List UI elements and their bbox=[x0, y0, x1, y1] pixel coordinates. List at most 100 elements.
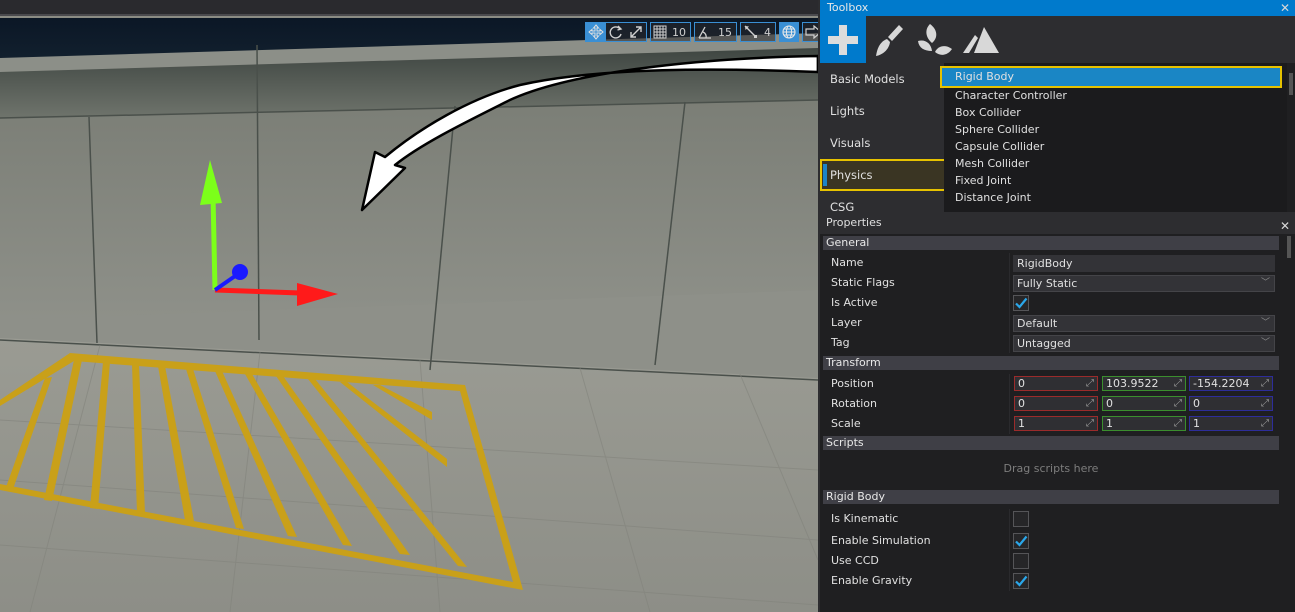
properties-scrollbar[interactable] bbox=[1285, 236, 1293, 612]
category-physics[interactable]: Physics bbox=[820, 159, 946, 191]
grid-snap-toggle[interactable] bbox=[651, 23, 669, 41]
position-z-value: -154.2204 bbox=[1193, 377, 1250, 390]
drag-handle-icon[interactable]: ⤢ bbox=[1261, 377, 1269, 390]
rotation-y-field[interactable]: 0 ⤢ bbox=[1102, 396, 1186, 411]
toolbox-close-icon[interactable]: ✕ bbox=[1280, 0, 1290, 16]
translate-tool-button[interactable] bbox=[586, 23, 606, 41]
tag-dropdown[interactable]: Untagged ﹀ bbox=[1013, 335, 1275, 352]
gizmo-x-axis[interactable] bbox=[214, 287, 301, 296]
list-item-character-controller[interactable]: Character Controller bbox=[944, 87, 1287, 104]
drag-handle-icon[interactable]: ⤢ bbox=[1086, 417, 1094, 430]
category-lights[interactable]: Lights bbox=[820, 95, 946, 127]
column-divider bbox=[1009, 253, 1010, 273]
properties-body: General Name RigidBody Static Flags Full… bbox=[823, 234, 1279, 612]
globe-icon bbox=[782, 25, 796, 39]
rotation-x-field[interactable]: 0 ⤢ bbox=[1014, 396, 1098, 411]
group-header-transform[interactable]: Transform bbox=[823, 356, 1279, 370]
scale-label: Scale bbox=[831, 417, 861, 430]
properties-close-icon[interactable]: ✕ bbox=[1280, 215, 1290, 237]
grid-snap-group[interactable]: 10 bbox=[650, 22, 691, 42]
list-item-capsule-collider[interactable]: Capsule Collider bbox=[944, 138, 1287, 155]
scale-snap-value[interactable]: 4 bbox=[761, 26, 775, 39]
rotate-tool-button[interactable] bbox=[606, 23, 626, 41]
prop-row-rotation: Rotation 0 ⤢ 0 ⤢ 0 ⤢ bbox=[823, 394, 1279, 414]
drag-handle-icon[interactable]: ⤢ bbox=[1174, 377, 1182, 390]
position-z-field[interactable]: -154.2204 ⤢ bbox=[1189, 376, 1273, 391]
tab-add[interactable] bbox=[820, 16, 866, 63]
grid-icon bbox=[653, 25, 667, 39]
world-space-toggle[interactable] bbox=[780, 23, 798, 41]
position-y-field[interactable]: 103.9522 ⤢ bbox=[1102, 376, 1186, 391]
scale-snap-toggle[interactable] bbox=[741, 23, 761, 41]
drag-handle-icon[interactable]: ⤢ bbox=[1261, 417, 1269, 430]
world-space-group[interactable] bbox=[779, 22, 799, 42]
position-x-value: 0 bbox=[1018, 377, 1025, 390]
column-divider bbox=[1009, 509, 1010, 531]
drag-handle-icon[interactable]: ⤢ bbox=[1086, 377, 1094, 390]
rotation-z-field[interactable]: 0 ⤢ bbox=[1189, 396, 1273, 411]
transform-mode-group bbox=[585, 22, 647, 42]
scale-icon bbox=[630, 26, 642, 38]
scrollbar-thumb[interactable] bbox=[1289, 73, 1293, 95]
drag-handle-icon[interactable]: ⤢ bbox=[1086, 397, 1094, 410]
scale-x-field[interactable]: 1 ⤢ bbox=[1014, 416, 1098, 431]
list-item-mesh-collider[interactable]: Mesh Collider bbox=[944, 155, 1287, 172]
rotation-label: Rotation bbox=[831, 397, 878, 410]
tab-paint[interactable] bbox=[866, 16, 912, 63]
drag-handle-icon[interactable]: ⤢ bbox=[1174, 397, 1182, 410]
toolbox-title: Toolbox bbox=[827, 1, 869, 14]
scale-snap-group[interactable]: 4 bbox=[740, 22, 776, 42]
list-item-rigid-body[interactable]: Rigid Body bbox=[940, 66, 1282, 88]
gizmo-y-axis[interactable] bbox=[210, 194, 218, 291]
gizmo-z-handle[interactable] bbox=[232, 264, 248, 280]
tab-foliage[interactable] bbox=[912, 16, 958, 63]
toolbox-tabs bbox=[820, 16, 1295, 63]
terrain-icon bbox=[963, 26, 999, 53]
scene-viewport[interactable]: 10 15 4 bbox=[0, 0, 818, 612]
prop-row-name: Name RigidBody bbox=[823, 253, 1279, 273]
category-visuals[interactable]: Visuals bbox=[820, 127, 946, 159]
static-flags-dropdown[interactable]: Fully Static ﹀ bbox=[1013, 275, 1275, 292]
list-item-fixed-joint[interactable]: Fixed Joint bbox=[944, 172, 1287, 189]
item-list-scrollbar[interactable] bbox=[1287, 63, 1295, 212]
drag-handle-icon[interactable]: ⤢ bbox=[1261, 397, 1269, 410]
camera-speed-group[interactable]: 1 bbox=[802, 22, 818, 42]
checkmark-icon bbox=[1015, 297, 1028, 309]
prop-row-use-ccd: Use CCD bbox=[823, 551, 1279, 571]
list-item-distance-joint[interactable]: Distance Joint bbox=[944, 189, 1287, 206]
name-field[interactable]: RigidBody bbox=[1013, 255, 1275, 272]
chevron-down-icon: ﹀ bbox=[1260, 318, 1270, 328]
rotation-z-value: 0 bbox=[1193, 397, 1200, 410]
group-header-general[interactable]: General bbox=[823, 236, 1279, 250]
position-label: Position bbox=[831, 377, 874, 390]
chevron-down-icon: ﹀ bbox=[1260, 278, 1270, 288]
grid-snap-value[interactable]: 10 bbox=[669, 26, 690, 39]
scrollbar-thumb[interactable] bbox=[1287, 236, 1291, 258]
drag-handle-icon[interactable]: ⤢ bbox=[1174, 417, 1182, 430]
group-header-scripts[interactable]: Scripts bbox=[823, 436, 1279, 450]
list-item-sphere-collider[interactable]: Sphere Collider bbox=[944, 121, 1287, 138]
scripts-drop-zone[interactable]: Drag scripts here bbox=[823, 450, 1279, 488]
scale-y-field[interactable]: 1 ⤢ bbox=[1102, 416, 1186, 431]
is-active-checkbox[interactable] bbox=[1013, 295, 1029, 311]
list-item-box-collider[interactable]: Box Collider bbox=[944, 104, 1287, 121]
camera-speed-toggle[interactable] bbox=[803, 23, 818, 41]
scale-tool-button[interactable] bbox=[626, 23, 646, 41]
position-x-field[interactable]: 0 ⤢ bbox=[1014, 376, 1098, 391]
category-basic-models[interactable]: Basic Models bbox=[820, 63, 946, 95]
rotation-snap-value[interactable]: 15 bbox=[715, 26, 736, 39]
enable-gravity-checkbox[interactable] bbox=[1013, 573, 1029, 589]
scale-z-field[interactable]: 1 ⤢ bbox=[1189, 416, 1273, 431]
layer-dropdown[interactable]: Default ﹀ bbox=[1013, 315, 1275, 332]
checkmark-icon bbox=[1015, 575, 1028, 587]
is-kinematic-checkbox[interactable] bbox=[1013, 511, 1029, 527]
static-flags-label: Static Flags bbox=[831, 276, 895, 289]
group-header-rigid-body[interactable]: Rigid Body bbox=[823, 490, 1279, 504]
enable-simulation-checkbox[interactable] bbox=[1013, 533, 1029, 549]
category-csg[interactable]: CSG bbox=[820, 191, 946, 212]
use-ccd-checkbox[interactable] bbox=[1013, 553, 1029, 569]
column-divider bbox=[1009, 333, 1010, 353]
rotation-snap-group[interactable]: 15 bbox=[694, 22, 737, 42]
tab-terrain[interactable] bbox=[958, 16, 1004, 63]
rotation-snap-toggle[interactable] bbox=[695, 23, 715, 41]
